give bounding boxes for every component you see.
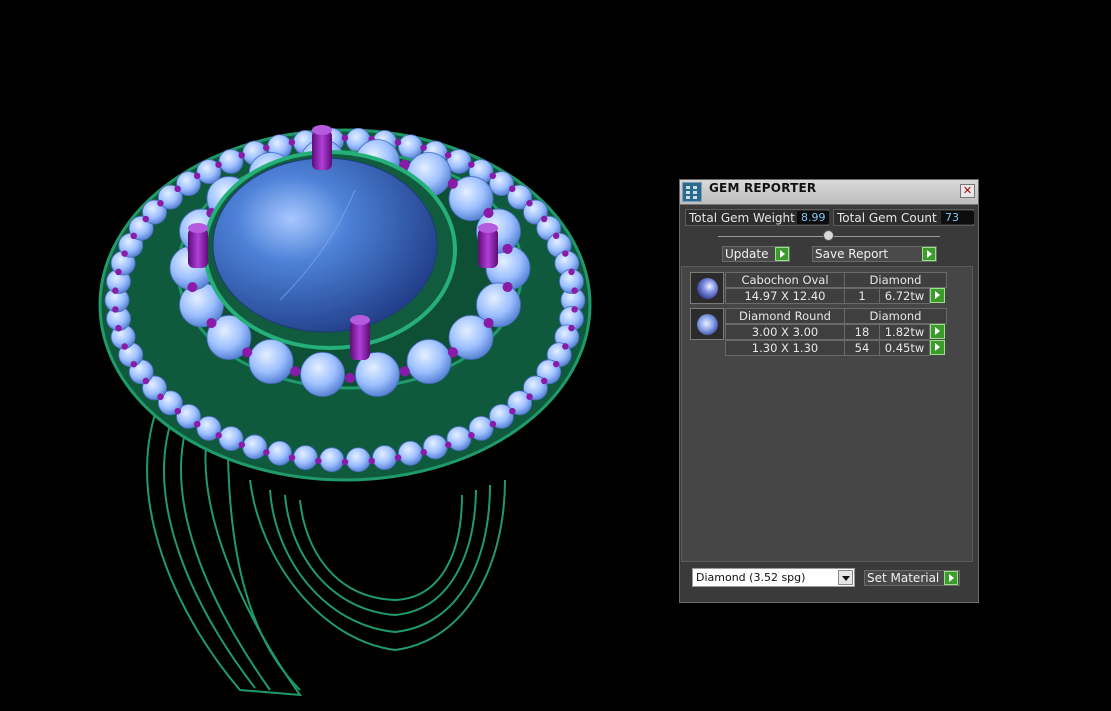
gem-size: 1.30 X 1.30 xyxy=(725,340,845,356)
set-material-button-label: Set Material xyxy=(867,571,940,585)
diamond-round-thumbnail[interactable] xyxy=(690,308,724,340)
update-button[interactable]: Update xyxy=(722,246,790,262)
gem-count: 1 xyxy=(844,288,880,304)
total-gem-count: Total Gem Count 73 xyxy=(833,209,974,226)
group-name: Cabochon Oval xyxy=(725,272,845,288)
total-gem-weight-label: Total Gem Weight xyxy=(689,211,795,225)
gem-list[interactable]: Cabochon Oval Diamond 14.97 X 12.40 1 6.… xyxy=(681,266,973,562)
save-report-button-label: Save Report xyxy=(815,247,889,261)
cabochon-oval-thumbnail[interactable] xyxy=(690,272,724,304)
diamond-round-icon xyxy=(697,314,718,335)
panel-title: GEM REPORTER xyxy=(709,181,817,195)
row-go-button[interactable] xyxy=(930,324,945,339)
gem-size: 14.97 X 12.40 xyxy=(725,288,845,304)
splitter-handle[interactable] xyxy=(823,230,834,241)
gem-weight: 1.82tw xyxy=(879,324,930,340)
gem-weight: 6.72tw xyxy=(879,288,930,304)
save-report-go-icon xyxy=(922,247,936,261)
save-report-button[interactable]: Save Report xyxy=(812,246,937,262)
gem-size: 3.00 X 3.00 xyxy=(725,324,845,340)
group-material: Diamond xyxy=(844,308,947,324)
update-button-label: Update xyxy=(725,247,769,261)
total-gem-count-value: 73 xyxy=(941,211,974,224)
row-go-button[interactable] xyxy=(930,288,945,303)
gem-weight: 0.45tw xyxy=(879,340,930,356)
set-material-go-icon xyxy=(944,571,958,585)
material-select-value: Diamond (3.52 spg) xyxy=(696,571,806,584)
total-gem-weight: Total Gem Weight 8.99 xyxy=(685,209,829,226)
row-go-button[interactable] xyxy=(930,340,945,355)
update-go-icon xyxy=(775,247,789,261)
3d-viewport[interactable] xyxy=(0,0,670,711)
gem-count: 18 xyxy=(844,324,880,340)
gem-reporter-panel: GEM REPORTER ✕ Total Gem Weight 8.99 Tot… xyxy=(679,179,979,603)
set-material-button[interactable]: Set Material xyxy=(864,570,960,586)
ring-model xyxy=(98,125,592,697)
group-name: Diamond Round xyxy=(725,308,845,324)
close-button[interactable]: ✕ xyxy=(960,184,975,198)
title-bar[interactable]: GEM REPORTER ✕ xyxy=(680,180,978,205)
gem-reporter-icon xyxy=(682,182,702,202)
total-gem-count-label: Total Gem Count xyxy=(837,211,937,225)
chevron-down-icon[interactable] xyxy=(838,570,853,585)
cabochon-oval-icon xyxy=(697,278,718,299)
total-gem-weight-value: 8.99 xyxy=(797,211,829,224)
gem-count: 54 xyxy=(844,340,880,356)
group-material: Diamond xyxy=(844,272,947,288)
material-select[interactable]: Diamond (3.52 spg) xyxy=(692,568,855,587)
